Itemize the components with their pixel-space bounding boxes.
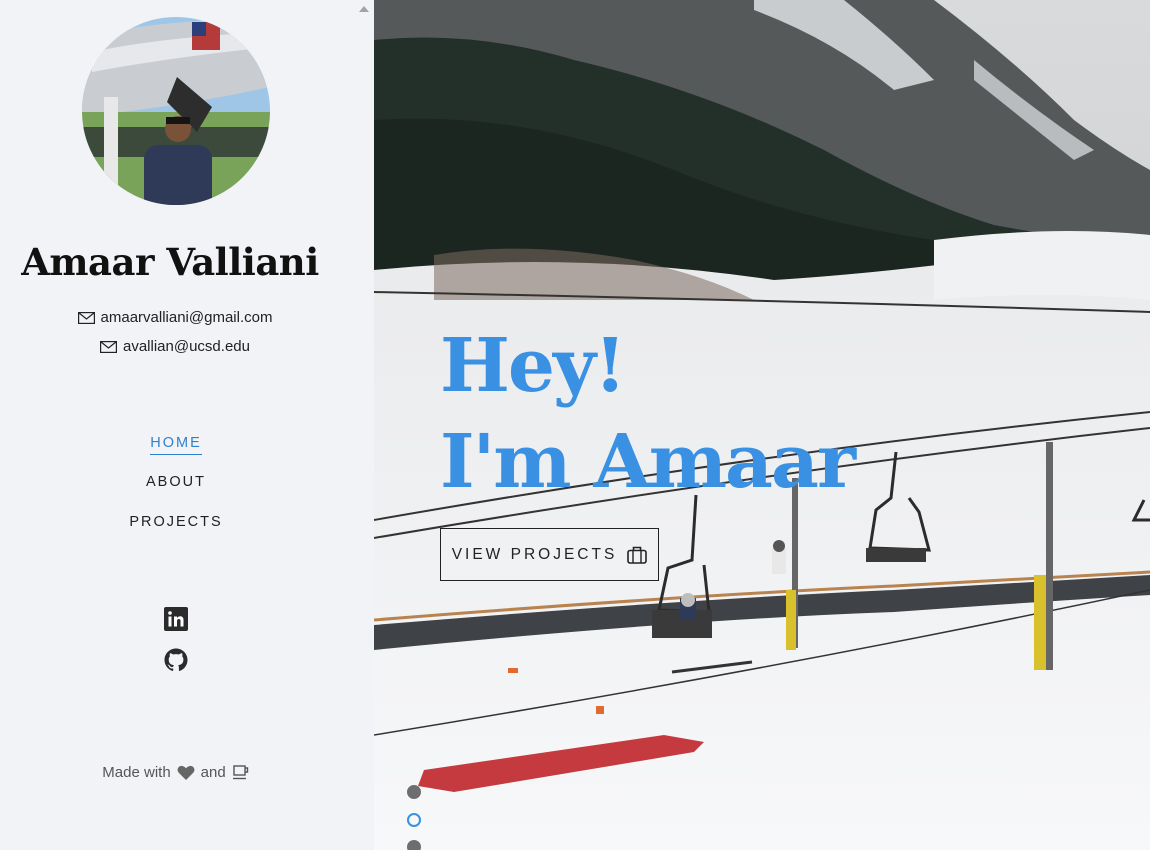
slide-dot-1[interactable] <box>407 785 421 799</box>
envelope-icon <box>77 311 95 324</box>
nav-home-label[interactable]: HOME <box>150 435 202 455</box>
made-with-text: Made with <box>102 764 171 781</box>
heart-icon <box>177 765 195 780</box>
github-icon[interactable] <box>164 648 188 672</box>
made-with-footer: Made with and <box>0 764 352 781</box>
hero-line-1: Hey! <box>440 323 626 409</box>
briefcase-icon <box>627 546 648 564</box>
sidebar-scrollbar[interactable] <box>355 0 374 850</box>
hero-section: Hey! I'm Amaar VIEW PROJECTS <box>374 0 1150 850</box>
email-secondary-text[interactable]: avallian@ucsd.edu <box>123 338 250 355</box>
nav-about[interactable]: ABOUT <box>0 474 352 490</box>
nav-home[interactable]: HOME <box>0 435 352 455</box>
scroll-up-icon[interactable] <box>359 6 369 12</box>
coffee-icon <box>232 764 248 779</box>
hero-headline: Hey! I'm Amaar <box>440 318 856 510</box>
avatar <box>82 17 270 205</box>
sidebar: Amaar Valliani amaarvalliani@gmail.com a… <box>0 0 355 850</box>
view-projects-button[interactable]: VIEW PROJECTS <box>440 528 659 581</box>
nav-about-label[interactable]: ABOUT <box>146 474 206 493</box>
view-projects-label[interactable]: VIEW PROJECTS <box>452 546 618 564</box>
linkedin-icon[interactable] <box>164 607 188 631</box>
nav-projects[interactable]: PROJECTS <box>0 514 352 530</box>
email-secondary[interactable]: avallian@ucsd.edu <box>0 338 350 355</box>
email-primary[interactable]: amaarvalliani@gmail.com <box>0 309 350 326</box>
hero-line-2: I'm Amaar <box>440 419 856 505</box>
envelope-icon <box>100 340 117 353</box>
email-primary-text[interactable]: amaarvalliani@gmail.com <box>101 309 273 326</box>
and-text: and <box>200 764 226 781</box>
nav-projects-label[interactable]: PROJECTS <box>129 514 222 533</box>
profile-name: Amaar Valliani <box>21 240 319 284</box>
slide-dot-2[interactable] <box>407 813 421 827</box>
slide-dot-3[interactable] <box>407 840 421 850</box>
